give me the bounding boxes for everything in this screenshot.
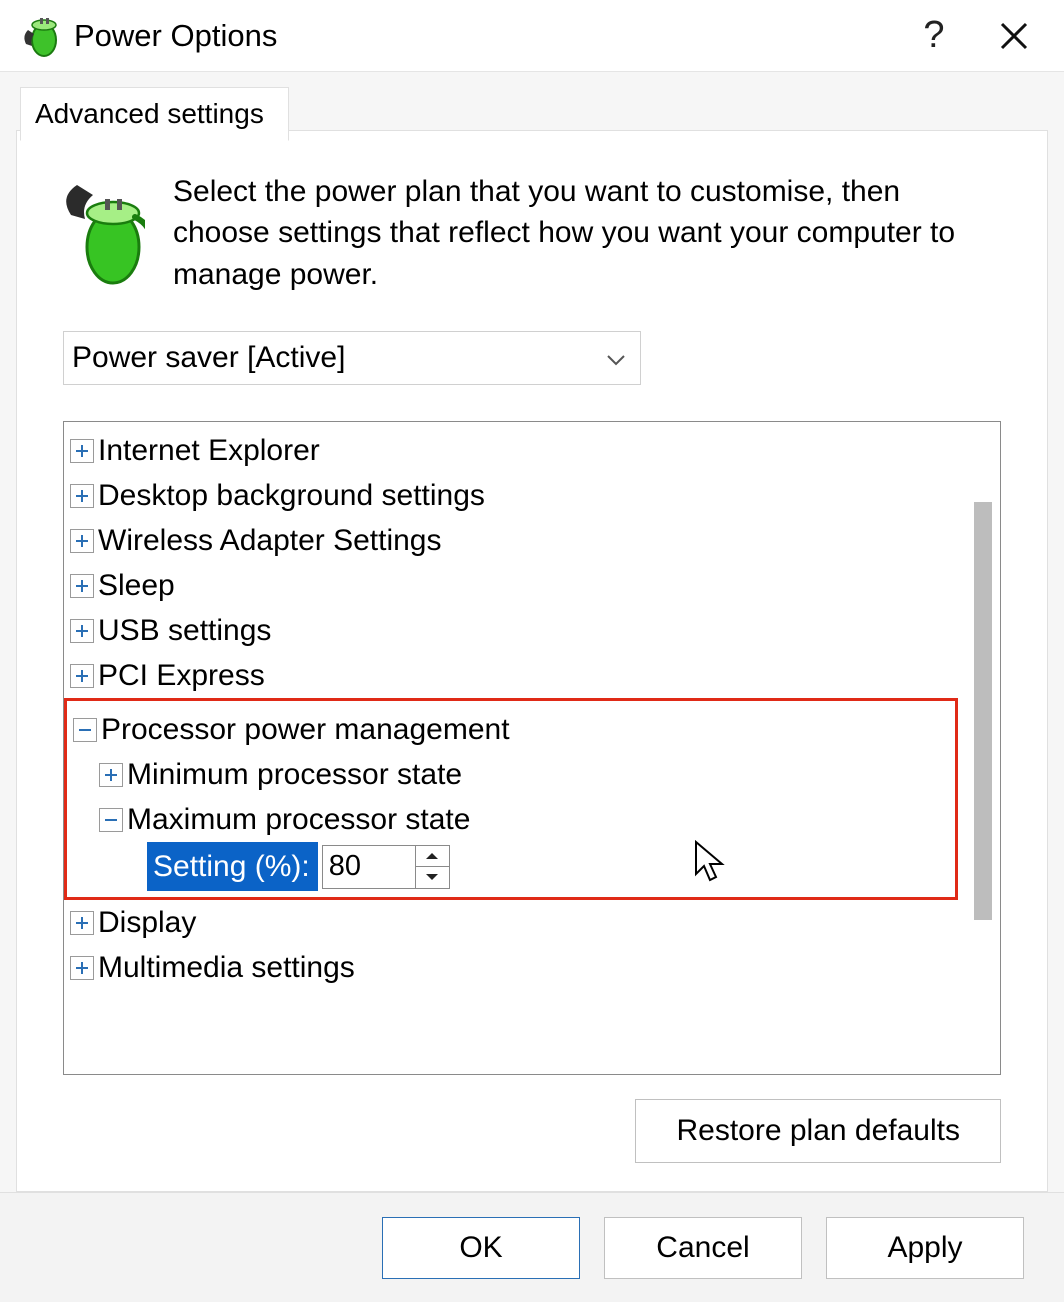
spinner-down-button[interactable] — [416, 867, 449, 888]
expand-icon[interactable] — [70, 911, 94, 935]
tree-item-internet-explorer[interactable]: Internet Explorer — [64, 428, 960, 473]
ok-button[interactable]: OK — [382, 1217, 580, 1279]
expand-icon[interactable] — [70, 529, 94, 553]
intro-section: Select the power plan that you want to c… — [63, 171, 1001, 295]
expand-icon[interactable] — [70, 484, 94, 508]
tree-item-multimedia[interactable]: Multimedia settings — [64, 945, 960, 990]
scrollbar[interactable] — [960, 422, 1000, 1074]
power-plan-selected: Power saver [Active] — [72, 341, 345, 375]
dialog-button-bar: OK Cancel Apply — [0, 1192, 1064, 1302]
settings-tree: Internet Explorer Desktop background set… — [64, 422, 960, 1074]
tree-item-wireless-adapter[interactable]: Wireless Adapter Settings — [64, 518, 960, 563]
help-button[interactable]: ? — [904, 11, 964, 61]
titlebar: Power Options ? — [0, 0, 1064, 72]
settings-tree-container: Internet Explorer Desktop background set… — [63, 421, 1001, 1075]
tab-advanced-settings[interactable]: Advanced settings — [20, 87, 289, 141]
expand-icon[interactable] — [70, 619, 94, 643]
tree-item-processor-power[interactable]: Processor power management — [67, 707, 955, 752]
restore-row: Restore plan defaults — [63, 1099, 1001, 1163]
power-icon — [20, 14, 64, 58]
battery-icon — [63, 177, 145, 287]
scrollbar-thumb[interactable] — [974, 502, 992, 920]
window-title: Power Options — [74, 18, 884, 54]
spinner-control — [416, 845, 450, 889]
description-text: Select the power plan that you want to c… — [173, 171, 1001, 295]
setting-row-max-processor: Setting (%): — [67, 842, 955, 891]
apply-button[interactable]: Apply — [826, 1217, 1024, 1279]
collapse-icon[interactable] — [73, 718, 97, 742]
tab-page: Select the power plan that you want to c… — [16, 130, 1048, 1192]
tree-item-max-processor[interactable]: Maximum processor state — [67, 797, 955, 842]
power-options-dialog: Power Options ? Advanced settings — [0, 0, 1064, 1302]
setting-value-input[interactable] — [322, 845, 416, 889]
restore-plan-defaults-button[interactable]: Restore plan defaults — [635, 1099, 1001, 1163]
tabstrip: Advanced settings — [16, 72, 1048, 130]
dialog-body: Advanced settings Select the power plan … — [0, 72, 1064, 1192]
tree-item-display[interactable]: Display — [64, 900, 960, 945]
power-plan-dropdown[interactable]: Power saver [Active] — [63, 331, 641, 385]
tree-item-sleep[interactable]: Sleep — [64, 563, 960, 608]
tree-item-usb-settings[interactable]: USB settings — [64, 608, 960, 653]
spinner-up-button[interactable] — [416, 846, 449, 867]
tree-item-min-processor[interactable]: Minimum processor state — [67, 752, 955, 797]
chevron-down-icon — [606, 341, 626, 375]
expand-icon[interactable] — [70, 439, 94, 463]
expand-icon[interactable] — [70, 574, 94, 598]
cancel-button[interactable]: Cancel — [604, 1217, 802, 1279]
expand-icon[interactable] — [70, 664, 94, 688]
expand-icon[interactable] — [70, 956, 94, 980]
tree-item-desktop-background[interactable]: Desktop background settings — [64, 473, 960, 518]
close-button[interactable] — [984, 11, 1044, 61]
tree-item-pci-express[interactable]: PCI Express — [64, 653, 960, 698]
setting-value-control — [322, 845, 450, 889]
expand-icon[interactable] — [99, 763, 123, 787]
collapse-icon[interactable] — [99, 808, 123, 832]
highlighted-section: Processor power management Minimum proce… — [64, 698, 958, 900]
setting-label: Setting (%): — [147, 842, 318, 891]
